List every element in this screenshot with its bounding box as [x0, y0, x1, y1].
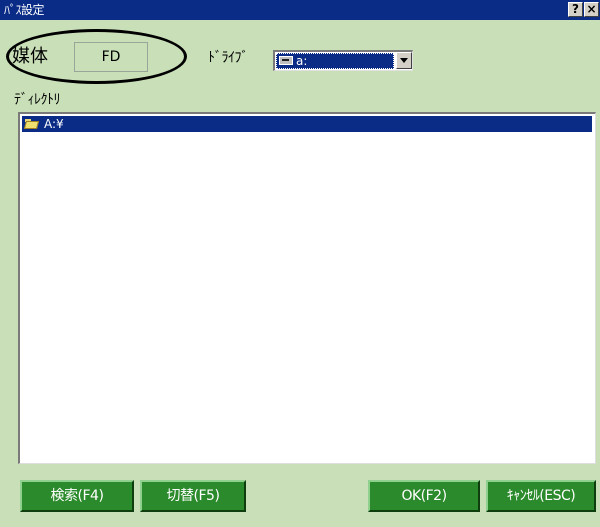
switch-button[interactable]: 切替(F5): [140, 480, 246, 512]
highlight-oval: [6, 29, 187, 84]
close-button[interactable]: ×: [584, 2, 599, 17]
path-settings-dialog: ﾊﾟｽ設定 ? × 媒体 FD ﾄﾞﾗｲﾌﾞ a: ﾃﾞｨﾚｸﾄﾘ A:¥ 検索…: [0, 0, 600, 527]
drive-icon: [279, 56, 293, 65]
drive-selected-item[interactable]: a:: [276, 53, 394, 69]
directory-list[interactable]: A:¥: [18, 112, 596, 464]
search-button[interactable]: 検索(F4): [20, 480, 134, 512]
list-item[interactable]: A:¥: [22, 116, 592, 132]
help-button[interactable]: ?: [568, 2, 583, 17]
window-title: ﾊﾟｽ設定: [4, 3, 45, 17]
drive-select[interactable]: a:: [273, 50, 413, 71]
chevron-down-icon[interactable]: [396, 52, 412, 69]
ok-button[interactable]: OK(F2): [368, 480, 480, 512]
directory-label: ﾃﾞｨﾚｸﾄﾘ: [14, 92, 61, 108]
list-item-label: A:¥: [44, 117, 64, 131]
title-bar[interactable]: ﾊﾟｽ設定 ? ×: [0, 0, 600, 20]
cancel-button[interactable]: ｷｬﾝｾﾙ(ESC): [486, 480, 596, 512]
drive-label: ﾄﾞﾗｲﾌﾞ: [208, 50, 249, 66]
drive-selected-value: a:: [296, 54, 308, 68]
folder-open-icon: [25, 119, 39, 129]
